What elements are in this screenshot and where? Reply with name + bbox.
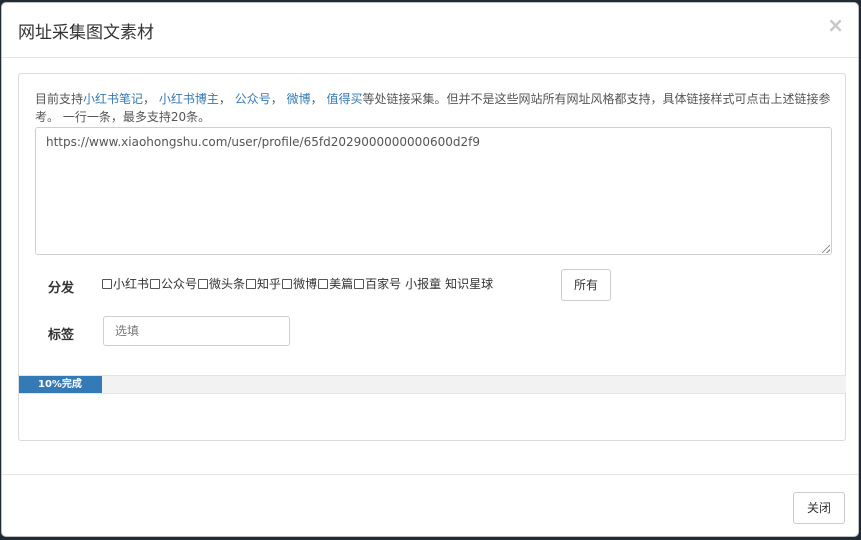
checkbox[interactable] (318, 278, 329, 289)
separator: ， (218, 92, 231, 106)
separator: ， (310, 92, 323, 106)
option-baijiahao[interactable]: 百家号 (354, 275, 401, 292)
separator: ， (270, 92, 283, 106)
dialog-footer: 关闭 (2, 474, 858, 536)
distribute-label: 分发 (48, 281, 75, 296)
option-label: 微博 (293, 277, 318, 291)
close-icon[interactable]: × (827, 15, 844, 35)
tags-input[interactable] (103, 316, 290, 346)
progress-track: 10%完成 (19, 375, 846, 394)
option-xiaobaotong: 小报童 (405, 277, 442, 291)
option-label: 微头条 (209, 277, 246, 291)
link-wechat-official[interactable]: 公众号 (235, 92, 271, 106)
option-label: 美篇 (329, 277, 354, 291)
option-weibo[interactable]: 微博 (282, 275, 317, 292)
supported-sites-description: 目前支持小红书笔记， 小红书博主， 公众号， 微博， 值得买等处链接采集。但并不… (35, 90, 835, 126)
option-wechat[interactable]: 公众号 (150, 275, 197, 292)
description-suffix: 等处链接采集。但并不是这些网站所有网址风格都支持，具体链接样式可点击上述链接参考… (35, 92, 831, 124)
link-xiaohongshu-blogger[interactable]: 小红书博主 (159, 92, 219, 106)
option-label: 知乎 (257, 277, 282, 291)
checkbox[interactable] (102, 278, 112, 289)
dialog-header: 网址采集图文素材 × (2, 3, 858, 58)
option-zhishixingqiu: 知识星球 (445, 277, 494, 291)
dialog-title: 网址采集图文素材 (18, 23, 154, 43)
select-all-button[interactable]: 所有 (561, 269, 611, 301)
description-prefix: 目前支持 (35, 92, 84, 106)
progress-bar: 10%完成 (19, 376, 102, 393)
url-input[interactable] (35, 127, 832, 255)
option-zhihu[interactable]: 知乎 (246, 275, 281, 292)
close-button[interactable]: 关闭 (793, 492, 845, 524)
option-xiaohongshu[interactable]: 小红书 (102, 275, 149, 292)
option-label: 小红书 (113, 277, 150, 291)
collect-dialog: 网址采集图文素材 × 目前支持小红书笔记， 小红书博主， 公众号， 微博， 值得… (1, 2, 859, 537)
option-label: 百家号 (365, 277, 402, 291)
form-panel: 目前支持小红书笔记， 小红书博主， 公众号， 微博， 值得买等处链接采集。但并不… (18, 73, 846, 441)
link-smzdm[interactable]: 值得买 (326, 92, 362, 106)
checkbox[interactable] (282, 278, 293, 289)
option-meipian[interactable]: 美篇 (318, 275, 353, 292)
link-weibo[interactable]: 微博 (287, 92, 311, 106)
separator: ， (143, 92, 156, 106)
checkbox[interactable] (246, 278, 257, 289)
checkbox[interactable] (354, 278, 365, 289)
link-xiaohongshu-note[interactable]: 小红书笔记 (83, 92, 143, 106)
option-label: 公众号 (161, 277, 198, 291)
distribute-options: 小红书 公众号 微头条 知乎 微博 美篇 百家号 小报童 知识星球 (102, 275, 497, 292)
option-toutiao[interactable]: 微头条 (198, 275, 245, 292)
tags-label: 标签 (48, 328, 75, 343)
checkbox[interactable] (150, 278, 161, 289)
resize-handle[interactable] (822, 245, 830, 253)
checkbox[interactable] (198, 278, 209, 289)
